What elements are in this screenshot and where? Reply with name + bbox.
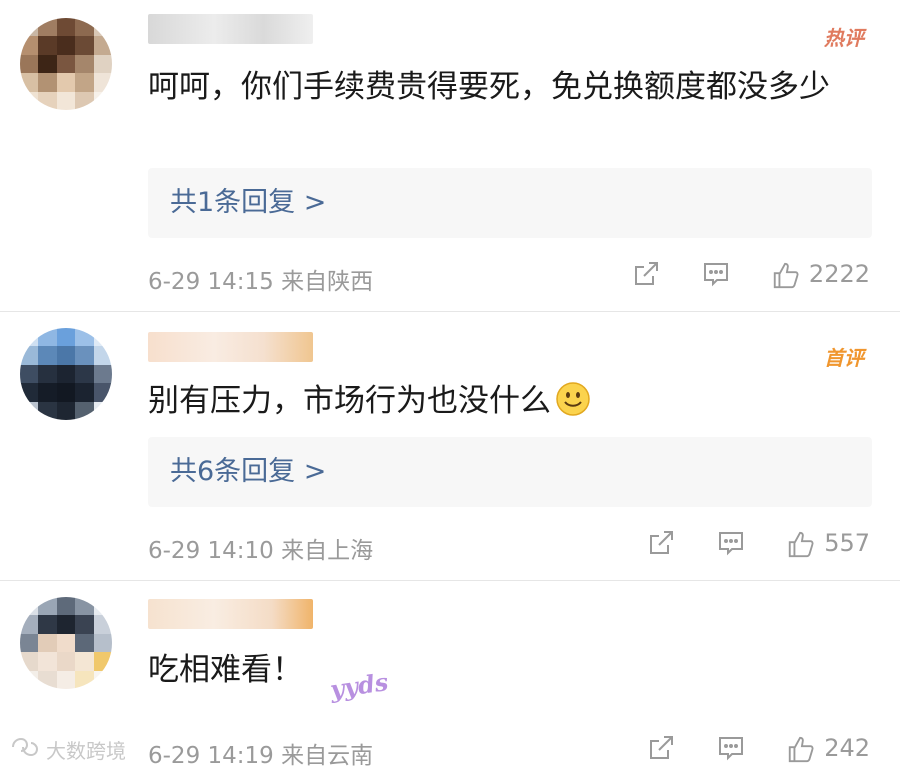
comment-3: 吃相难看！ yyds 6-29 14:19 来自云南 242 [0,581,900,769]
replies-link[interactable]: 共6条回复 > [148,437,872,507]
like-button[interactable]: 557 [786,528,870,558]
watermark-logo-icon [10,736,40,763]
username-blurred[interactable] [148,599,313,629]
avatar[interactable] [20,18,112,110]
comment-text: 别有压力，市场行为也没什么 [148,378,873,425]
avatar[interactable] [20,328,112,420]
like-button[interactable]: 242 [786,733,870,763]
watermark-text: 大数跨境 [46,739,126,763]
replies-link[interactable]: 共1条回复 > [148,168,872,238]
share-icon[interactable] [646,528,676,558]
share-icon[interactable] [631,259,661,289]
first-comment-badge: 首评 [824,346,864,370]
like-count: 2222 [808,260,870,288]
comment-icon[interactable] [716,733,746,763]
like-icon [786,733,816,763]
comment-text-content: 吃相难看！ [148,652,303,688]
comment-text-content: 别有压力，市场行为也没什么 [148,383,551,419]
smile-emoji-icon [555,381,591,417]
comment-2: 首评 别有压力，市场行为也没什么 共6条回复 > 6-29 14:10 来自上海… [0,312,900,580]
comment-actions: 242 [646,733,870,763]
comment-meta: 6-29 14:19 来自云南 [148,743,374,769]
like-count: 242 [824,734,870,762]
comment-icon[interactable] [716,528,746,558]
comment-actions: 2222 [631,259,870,289]
like-button[interactable]: 2222 [771,259,870,289]
comment-text: 吃相难看！ [148,647,873,694]
comment-actions: 557 [646,528,870,558]
comment-icon[interactable] [701,259,731,289]
avatar[interactable] [20,597,112,689]
comment-meta: 6-29 14:10 来自上海 [148,538,374,564]
comment-1: 热评 呵呵，你们手续费贵得要死，免兑换额度都没多少 共1条回复 > 6-29 1… [0,0,900,310]
watermark: 大数跨境 [10,735,126,764]
hot-comment-badge: 热评 [824,26,864,50]
comment-text: 呵呵，你们手续费贵得要死，免兑换额度都没多少 [148,69,830,105]
comment-meta: 6-29 14:15 来自陕西 [148,269,374,295]
like-icon [786,528,816,558]
username-blurred[interactable] [148,332,313,362]
like-count: 557 [824,529,870,557]
username-blurred[interactable] [148,14,313,44]
share-icon[interactable] [646,733,676,763]
like-icon [771,259,801,289]
